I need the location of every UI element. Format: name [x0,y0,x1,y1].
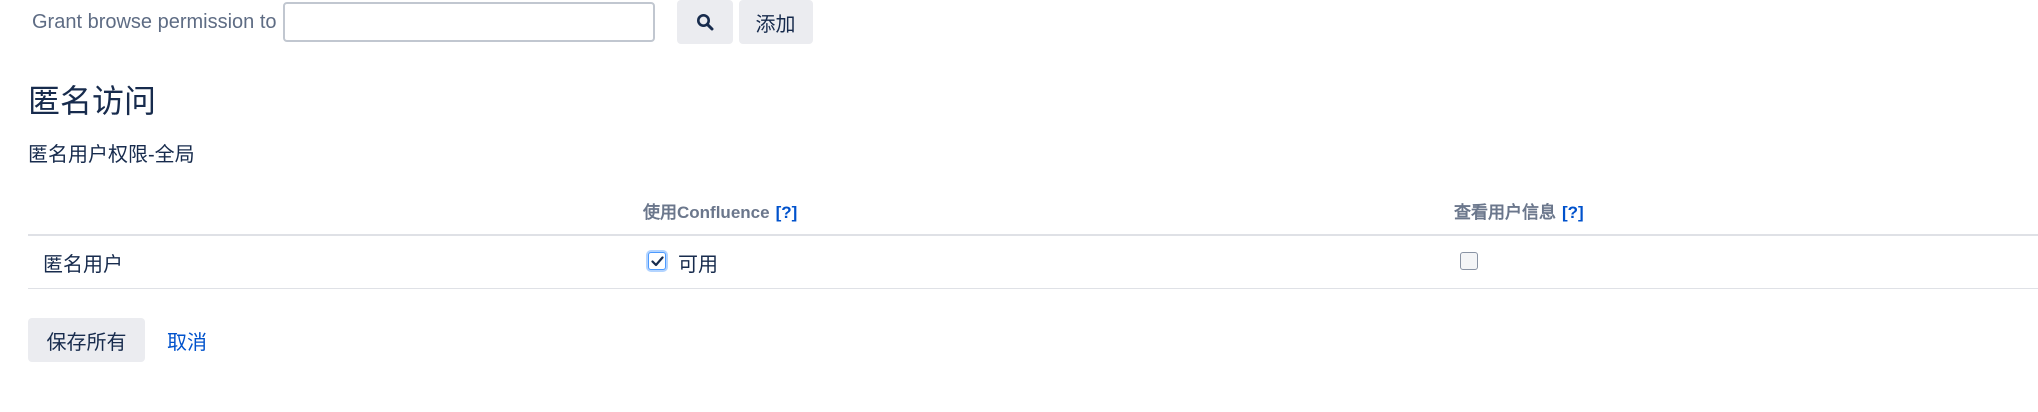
column-header-use-confluence: 使用Confluence [?] [643,198,797,223]
grant-permission-input[interactable] [282,2,655,42]
cell-use-confluence: 可用 [648,246,718,276]
form-actions: 保存所有 取消 [28,318,207,362]
permissions-table: 使用Confluence [?] 查看用户信息 [?] 匿名用户 可用 [28,190,2038,289]
row-label-anonymous-users: 匿名用户 [43,254,123,276]
checkmark-icon [650,255,664,266]
add-button[interactable]: 添加 [738,0,813,44]
use-confluence-checkbox-label: 可用 [678,253,718,276]
column-header-label: 查看用户信息 [1454,203,1556,222]
use-confluence-checkbox[interactable] [648,252,666,270]
help-link-use-confluence[interactable]: [?] [776,203,798,222]
table-header: 使用Confluence [?] 查看用户信息 [?] [28,190,2038,236]
save-all-button[interactable]: 保存所有 [28,318,145,362]
cell-view-user-profiles [1460,246,1478,276]
search-icon [696,14,714,31]
cancel-link[interactable]: 取消 [167,326,207,355]
grant-permission-row: Grant browse permission to 添加 [32,0,813,44]
help-link-view-user-profiles[interactable]: [?] [1562,203,1584,222]
grant-permission-label: Grant browse permission to [32,10,277,33]
table-row: 匿名用户 可用 [28,236,2038,289]
search-button[interactable] [676,0,733,44]
section-subtitle: 匿名用户权限-全局 [28,144,195,166]
column-header-view-user-profiles: 查看用户信息 [?] [1454,198,1584,223]
section-title: 匿名访问 [28,83,157,119]
view-user-profiles-checkbox[interactable] [1460,252,1478,270]
column-header-label: 使用Confluence [643,203,770,222]
